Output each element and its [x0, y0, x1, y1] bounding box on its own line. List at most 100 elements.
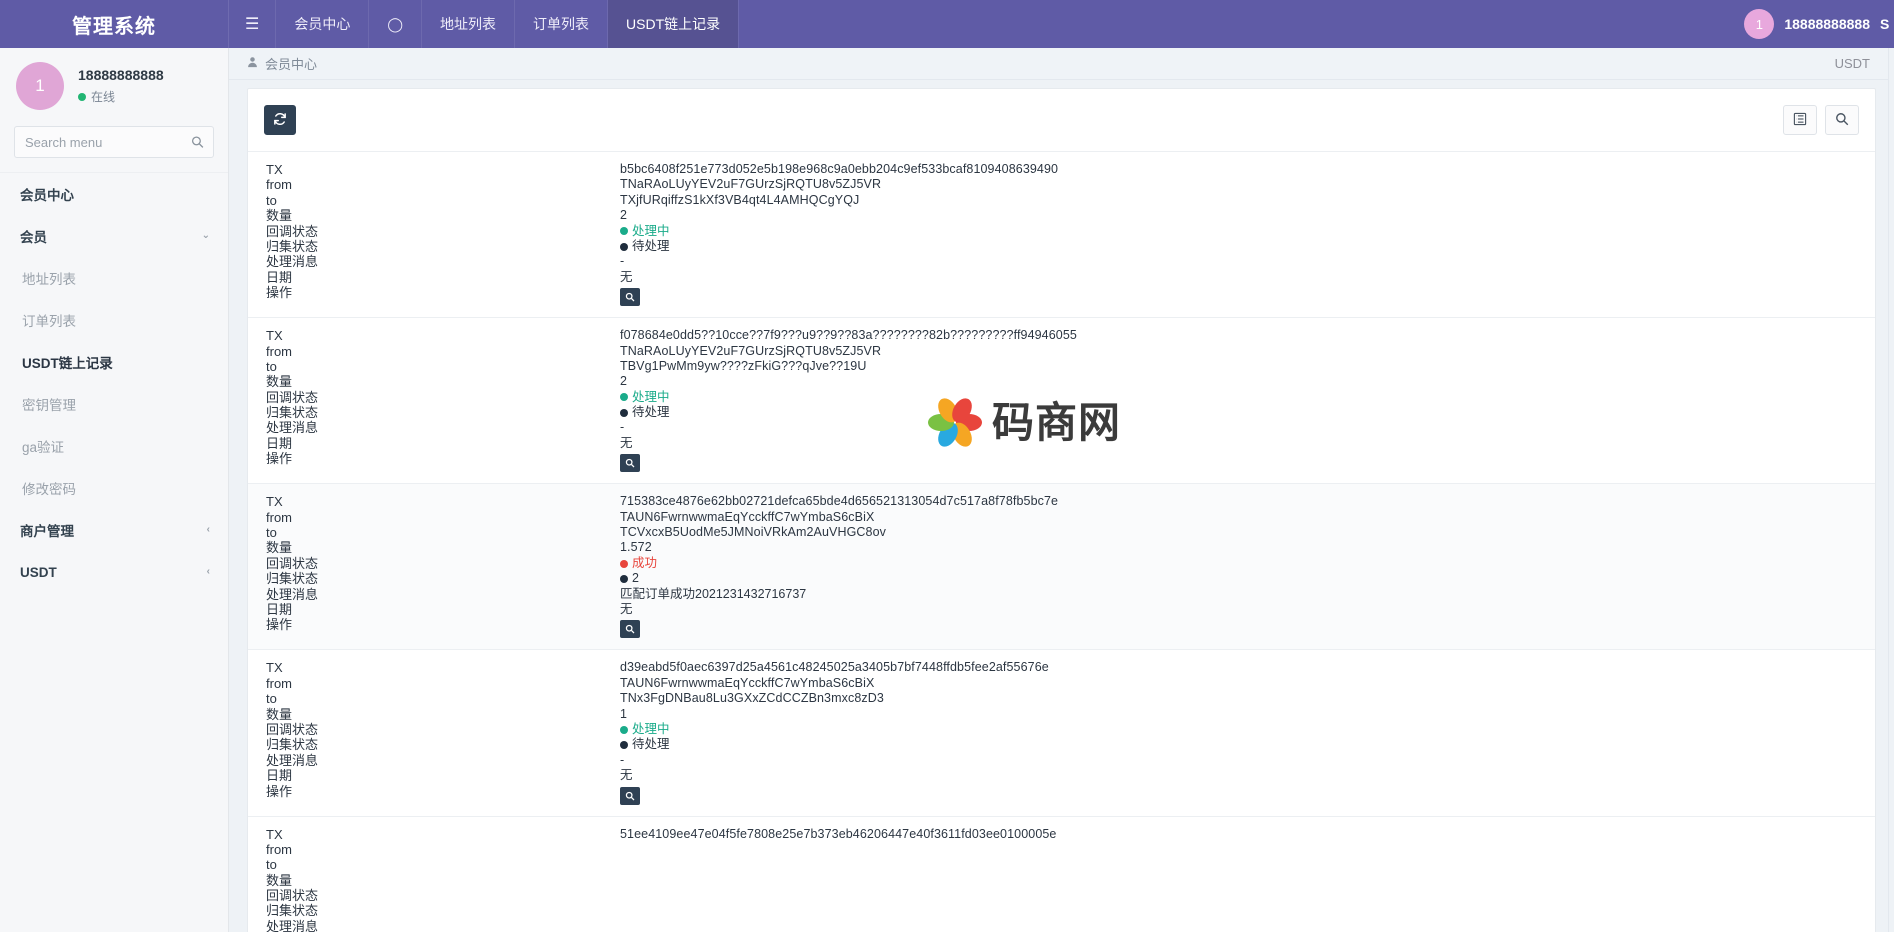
sidebar-item-7[interactable]: 修改密码 [0, 467, 228, 509]
tx-hash-value: 715383ce4876e62bb02721defca65bde4d656521… [620, 494, 1859, 509]
sidebar-item-label: USDT链上记录 [22, 352, 113, 372]
refresh-button[interactable] [264, 105, 296, 135]
field-label: 数量 [266, 707, 620, 722]
sidebar-item-4[interactable]: USDT链上记录 [0, 341, 228, 383]
sidebar-item-9[interactable]: USDT ‹ [0, 551, 228, 593]
field-label: 回调状态 [266, 556, 620, 571]
search-input[interactable] [15, 127, 213, 157]
search-icon [1835, 112, 1849, 129]
sidebar-profile-text: 18888888888 在线 [78, 67, 164, 105]
status-badge: 成功 [632, 556, 657, 571]
field-label: 操作 [266, 617, 620, 632]
row-view-button[interactable] [620, 454, 640, 472]
row-view-button[interactable] [620, 620, 640, 638]
field-label: from [266, 676, 620, 691]
breadcrumb-bar: 会员中心 USDT [229, 48, 1894, 80]
chevron-left-icon: ‹ [207, 567, 210, 577]
status-badge: 处理中 [632, 224, 670, 239]
row-label-column: TXfromto数量回调状态归集状态处理消息日期操作 [248, 827, 620, 932]
status-badge: 待处理 [632, 405, 670, 420]
sidebar-item-label: ga验证 [22, 436, 64, 456]
field-label: 归集状态 [266, 405, 620, 420]
callback-status-value: 成功 [620, 556, 1859, 571]
sidebar-item-5[interactable]: 密钥管理 [0, 383, 228, 425]
sidebar-search-box[interactable] [14, 126, 214, 158]
field-label: 数量 [266, 540, 620, 555]
amount-value: 1.572 [620, 540, 1859, 555]
status-dot-icon [620, 560, 628, 568]
field-label: 处理消息 [266, 919, 620, 932]
nav-tab-circle-icon[interactable]: ◯ [369, 0, 422, 48]
user-icon [247, 56, 258, 71]
search-filter-button[interactable] [1825, 105, 1859, 135]
to-address-value [620, 857, 1859, 872]
row-actions [620, 617, 1859, 639]
amount-value [620, 873, 1859, 888]
row-label-column: TXfromto数量回调状态归集状态处理消息日期操作 [248, 660, 620, 805]
collect-status-value: 待处理 [620, 239, 1859, 254]
field-label: 处理消息 [266, 420, 620, 435]
nav-tab-address-list[interactable]: 地址列表 [422, 0, 515, 48]
collect-status-value: 待处理 [620, 737, 1859, 752]
row-view-button[interactable] [620, 787, 640, 805]
columns-icon [1793, 112, 1807, 129]
sidebar-item-1[interactable]: 会员⌄ [0, 215, 228, 257]
field-label: to [266, 857, 620, 872]
status-dot-icon [620, 409, 628, 417]
tx-hash-value: b5bc6408f251e773d052e5b198e968c9a0ebb204… [620, 162, 1859, 177]
nav-tab-member-center[interactable]: 会员中心 [276, 0, 369, 48]
navbar-user-zone[interactable]: 1 18888888888 [1744, 0, 1880, 48]
collect-status-value: 待处理 [620, 405, 1859, 420]
sidebar-profile: 1 18888888888 在线 [0, 48, 228, 126]
sidebar-item-label: 商户管理 [20, 520, 74, 540]
columns-toggle-button[interactable] [1783, 105, 1817, 135]
amount-value: 2 [620, 374, 1859, 389]
search-icon[interactable] [191, 136, 204, 149]
brand-title[interactable]: 管理系统 [0, 0, 229, 48]
to-address-value: TNx3FgDNBau8Lu3GXxZCdCCZBn3mxc8zD3 [620, 691, 1859, 706]
nav-tab-usdt-chain-records[interactable]: USDT链上记录 [608, 0, 739, 48]
breadcrumb-current: 会员中心 [265, 54, 317, 73]
status-dot-icon [620, 741, 628, 749]
records-panel: TXfromto数量回调状态归集状态处理消息日期操作 b5bc6408f251e7… [247, 88, 1876, 932]
hamburger-menu-button[interactable]: ☰ [229, 0, 276, 48]
table-row: TXfromto数量回调状态归集状态处理消息日期操作715383ce4876e6… [248, 484, 1875, 650]
field-label: 归集状态 [266, 737, 620, 752]
field-label: 操作 [266, 451, 620, 466]
search-icon [625, 458, 635, 468]
tx-hash-value: f078684e0dd5??10cce??7f9???u9??9??83a???… [620, 328, 1859, 343]
date-value: 无 [620, 768, 1859, 783]
status-dot-icon [620, 243, 628, 251]
sidebar-item-label: 密钥管理 [22, 394, 76, 414]
nav-tab-order-list[interactable]: 订单列表 [515, 0, 608, 48]
status-badge: 待处理 [632, 737, 670, 752]
amount-value: 1 [620, 707, 1859, 722]
search-icon [625, 292, 635, 302]
toolbar-left-group [264, 105, 296, 135]
sidebar: 1 18888888888 在线 会员中心会员⌄地址列表订单列表 USDT链上记录… [0, 48, 229, 932]
field-label: TX [266, 660, 620, 675]
sidebar-item-0[interactable]: 会员中心 [0, 173, 228, 215]
main-content: 会员中心 USDT [229, 48, 1894, 932]
status-badge: 2 [632, 571, 639, 586]
row-actions [620, 784, 1859, 806]
to-address-value: TXjfURqiffzS1kXf3VB4qt4L4AMHQCgYQJ [620, 193, 1859, 208]
sidebar-item-8[interactable]: 商户管理‹ [0, 509, 228, 551]
row-view-button[interactable] [620, 288, 640, 306]
navbar-overflow-edge[interactable]: S [1880, 0, 1894, 48]
tx-hash-value: 51ee4109ee47e04f5fe7808e25e7b373eb462064… [620, 827, 1859, 842]
sidebar-profile-status: 在线 [78, 88, 164, 105]
collect-status-value [620, 903, 1859, 918]
hamburger-icon: ☰ [245, 14, 259, 34]
sidebar-item-6[interactable]: ga验证 [0, 425, 228, 467]
sidebar-profile-status-label: 在线 [91, 88, 115, 105]
field-label: to [266, 193, 620, 208]
status-dot-icon [620, 393, 628, 401]
page-right-edge [1888, 48, 1894, 932]
sidebar-item-3[interactable]: 订单列表 [0, 299, 228, 341]
to-address-value: TBVg1PwMm9yw????zFkiG???qJve??19U [620, 359, 1859, 374]
sidebar-item-label: USDT [20, 565, 57, 580]
sidebar-item-2[interactable]: 地址列表 [0, 257, 228, 299]
from-address-value: TAUN6FwrnwwmaEqYcckffC7wYmbaS6cBiX [620, 676, 1859, 691]
table-row: TXfromto数量回调状态归集状态处理消息日期操作d39eabd5f0aec6… [248, 650, 1875, 816]
